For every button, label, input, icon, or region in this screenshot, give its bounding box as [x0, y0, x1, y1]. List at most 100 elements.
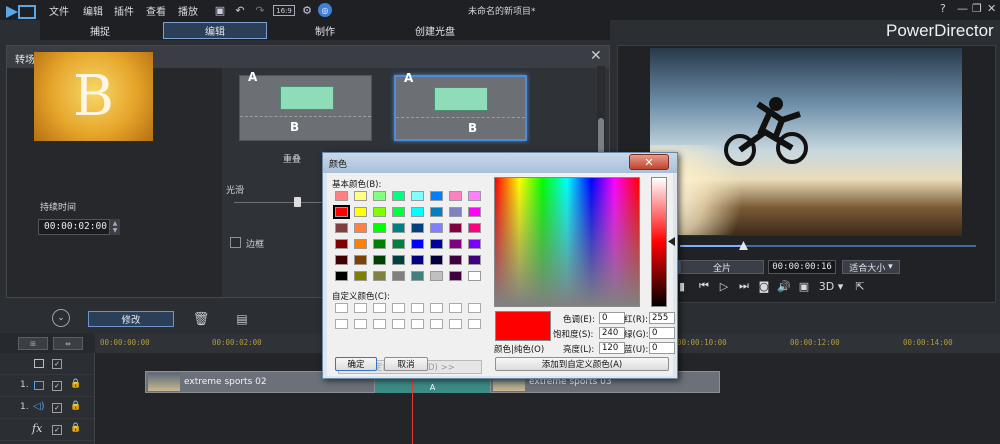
panel-close-button[interactable]: ✕	[590, 48, 602, 64]
volume-icon[interactable]: 🔊	[776, 278, 792, 294]
basic-color-swatch[interactable]	[354, 255, 367, 265]
basic-color-swatch[interactable]	[468, 207, 481, 217]
menu-plugins[interactable]: 插件	[114, 3, 134, 18]
custom-color-slot[interactable]	[411, 303, 424, 313]
basic-color-swatch[interactable]	[449, 255, 462, 265]
custom-color-slot[interactable]	[373, 319, 386, 329]
transition-thumbnail-overlap[interactable]: A B	[239, 70, 372, 141]
fit-size-dropdown[interactable]: 适合大小 ▾	[842, 260, 900, 274]
basic-color-swatch[interactable]	[354, 191, 367, 201]
lock-icon[interactable]: 🔒	[70, 423, 81, 433]
timeline-view-button[interactable]: ⊞	[18, 337, 48, 350]
basic-color-swatch[interactable]	[373, 271, 386, 281]
play-icon[interactable]: ▷	[716, 278, 732, 294]
restore-button[interactable]: ❐	[972, 2, 982, 15]
basic-color-swatch[interactable]	[354, 271, 367, 281]
close-button[interactable]: ✕	[987, 2, 996, 15]
basic-color-swatch[interactable]	[468, 223, 481, 233]
full-movie-button[interactable]: 全片	[680, 260, 764, 274]
undock-icon[interactable]: ▣	[796, 278, 812, 294]
timecode-display[interactable]: 00:00:00:16	[768, 260, 836, 274]
3d-toggle[interactable]: 3D ▾	[818, 278, 844, 294]
cancel-button[interactable]: 取消	[384, 357, 428, 371]
modify-button[interactable]: 修改	[88, 311, 174, 327]
basic-color-swatch[interactable]	[392, 271, 405, 281]
custom-color-slot[interactable]	[449, 319, 462, 329]
basic-color-swatch[interactable]	[373, 207, 386, 217]
basic-color-swatch[interactable]	[449, 271, 462, 281]
basic-color-swatch[interactable]	[373, 239, 386, 249]
document-icon[interactable]: ▤	[234, 310, 250, 328]
green-field[interactable]: 0	[649, 327, 675, 339]
ok-button[interactable]: 确定	[335, 357, 377, 371]
undo-icon[interactable]: ↶	[233, 3, 247, 17]
basic-color-swatch[interactable]	[449, 239, 462, 249]
save-icon[interactable]: ▣	[213, 3, 227, 17]
basic-color-swatch[interactable]	[449, 223, 462, 233]
track-enable-checkbox[interactable]: ✓	[52, 381, 62, 391]
basic-color-swatch[interactable]	[430, 191, 443, 201]
border-checkbox[interactable]	[230, 237, 241, 248]
basic-color-swatch[interactable]	[354, 207, 367, 217]
duration-input[interactable]: 00:00:02:00	[38, 219, 110, 235]
minimize-button[interactable]: —	[957, 2, 968, 15]
basic-color-swatch[interactable]	[392, 207, 405, 217]
basic-color-swatch[interactable]	[335, 191, 348, 201]
basic-color-swatch[interactable]	[392, 239, 405, 249]
menu-play[interactable]: 播放	[178, 3, 198, 18]
previous-frame-icon[interactable]: ⏮	[696, 278, 712, 294]
custom-color-slot[interactable]	[430, 319, 443, 329]
aspect-ratio-icon[interactable]: 16:9	[273, 5, 295, 16]
basic-color-swatch[interactable]	[392, 223, 405, 233]
basic-color-swatch[interactable]	[335, 239, 348, 249]
basic-color-swatch[interactable]	[411, 239, 424, 249]
color-spectrum[interactable]	[494, 177, 640, 307]
basic-color-swatch[interactable]	[392, 191, 405, 201]
basic-color-swatch[interactable]	[468, 271, 481, 281]
red-field[interactable]: 255	[649, 312, 675, 324]
timeline-fit-button[interactable]: ⇹	[53, 337, 83, 350]
custom-color-slot[interactable]	[449, 303, 462, 313]
fast-forward-icon[interactable]: ⏭	[736, 278, 752, 294]
menu-view[interactable]: 查看	[146, 3, 166, 18]
basic-color-swatch[interactable]	[449, 207, 462, 217]
hue-field[interactable]: 0	[599, 312, 625, 324]
chevron-down-icon[interactable]: ⌄	[52, 309, 70, 327]
basic-color-swatch[interactable]	[430, 255, 443, 265]
cyberlink-icon[interactable]: ◎	[318, 3, 332, 17]
basic-color-swatch[interactable]	[449, 191, 462, 201]
track-enable-checkbox[interactable]: ✓	[52, 425, 62, 435]
tab-capture[interactable]: 捕捉	[50, 22, 150, 39]
track-enable-checkbox[interactable]: ✓	[52, 403, 62, 413]
basic-color-swatch[interactable]	[373, 255, 386, 265]
luminance-field[interactable]: 120	[599, 342, 625, 354]
tab-create-disc[interactable]: 创建光盘	[385, 22, 485, 39]
custom-color-slot[interactable]	[430, 303, 443, 313]
smooth-slider-track[interactable]	[234, 202, 324, 203]
tab-produce[interactable]: 制作	[275, 22, 375, 39]
tab-edit[interactable]: 编辑	[163, 22, 267, 39]
settings-icon[interactable]: ⚙	[300, 3, 314, 17]
duration-spinner[interactable]: ▲ ▼	[110, 219, 120, 235]
custom-color-slot[interactable]	[468, 303, 481, 313]
basic-color-swatch[interactable]	[373, 191, 386, 201]
basic-color-swatch[interactable]	[468, 239, 481, 249]
dialog-close-button[interactable]: ✕	[629, 154, 669, 170]
custom-color-slot[interactable]	[373, 303, 386, 313]
lock-icon[interactable]: 🔒	[70, 401, 81, 411]
lock-icon[interactable]: 🔒	[70, 379, 81, 389]
custom-color-slot[interactable]	[392, 319, 405, 329]
luminance-bar[interactable]	[651, 177, 667, 307]
custom-color-slot[interactable]	[468, 319, 481, 329]
basic-color-swatch[interactable]	[468, 255, 481, 265]
basic-color-swatch[interactable]	[392, 255, 405, 265]
blue-field[interactable]: 0	[649, 342, 675, 354]
custom-color-slot[interactable]	[354, 303, 367, 313]
custom-color-slot[interactable]	[354, 319, 367, 329]
basic-color-swatch[interactable]	[430, 207, 443, 217]
basic-color-swatch[interactable]	[335, 223, 348, 233]
smooth-slider-knob[interactable]	[294, 197, 301, 207]
basic-color-swatch[interactable]	[335, 255, 348, 265]
basic-color-swatch[interactable]	[354, 239, 367, 249]
trash-icon[interactable]: 🗑	[193, 310, 210, 328]
